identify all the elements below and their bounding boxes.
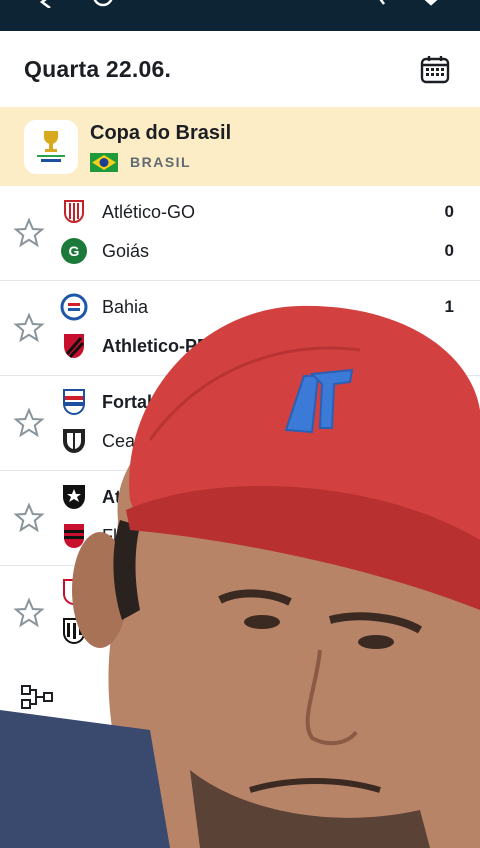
ball-icon xyxy=(93,0,113,7)
favorite-icon[interactable] xyxy=(420,0,442,8)
match-row[interactable]: Bahia 1 Athletico-PR xyxy=(0,281,480,376)
team-name: Atlético-GO xyxy=(102,201,196,222)
brazil-flag-icon xyxy=(90,152,118,172)
team-name: Flamengo xyxy=(102,525,183,546)
bottom-navigation xyxy=(0,660,480,848)
team-name: Ceará xyxy=(102,430,152,451)
country-name: BRASIL xyxy=(130,154,192,170)
calendar-icon[interactable] xyxy=(420,54,450,84)
atletico-go-crest-icon xyxy=(60,198,88,226)
fortaleza-crest-icon xyxy=(60,388,88,416)
star-icon[interactable] xyxy=(13,312,45,344)
match-row[interactable] xyxy=(0,566,480,661)
home-team: Atlético-MG xyxy=(60,482,454,512)
star-icon[interactable] xyxy=(13,217,45,249)
date-header: Quarta 22.06. xyxy=(0,31,480,107)
svg-text:G: G xyxy=(69,243,80,259)
star-icon[interactable] xyxy=(13,407,45,439)
score: 0 xyxy=(444,241,454,260)
league-header[interactable]: Copa do Brasil BRASIL xyxy=(0,107,480,186)
ad-text: pras xyxy=(436,742,458,754)
home-team: Atlético-GO 0 xyxy=(60,197,454,227)
away-team: G Goiás 0 xyxy=(60,236,454,266)
away-team: Athletico-PR xyxy=(60,331,454,361)
bahia-crest-icon xyxy=(60,293,88,321)
away-team: Ceará xyxy=(60,426,454,456)
away-team: Flamengo xyxy=(60,521,454,551)
star-icon[interactable] xyxy=(13,502,45,534)
score: 0 xyxy=(444,202,454,221)
star-icon[interactable] xyxy=(13,597,45,629)
athletico-pr-crest-icon xyxy=(60,332,88,360)
match-row[interactable]: Atlético-GO 0 G Goiás 0 xyxy=(0,186,480,281)
home-team: Bahia 1 xyxy=(60,292,454,322)
date-label: Quarta 22.06. xyxy=(24,55,172,82)
atletico-mg-crest-icon xyxy=(60,483,88,511)
bracket-icon[interactable] xyxy=(20,682,54,712)
home-team: Fortaleza xyxy=(60,387,454,417)
home-team xyxy=(60,577,454,607)
team-name: Bahia xyxy=(102,296,149,317)
team-name: Goiás xyxy=(102,240,150,261)
back-arrow-icon[interactable] xyxy=(38,0,60,8)
app-top-bar xyxy=(0,0,480,31)
santos-crest-icon xyxy=(60,617,88,645)
ad-badge: V xyxy=(448,714,474,736)
ceara-crest-icon xyxy=(60,427,88,455)
match-row[interactable]: Atlético-MG Flamengo xyxy=(0,471,480,566)
copa-do-brasil-logo xyxy=(24,119,78,174)
away-team xyxy=(60,616,454,646)
league-country: BRASIL xyxy=(90,152,231,172)
ad-banner[interactable]: V pras 99,00 xyxy=(420,710,480,790)
team-name: Athletico-PR xyxy=(102,335,210,356)
flamengo-crest-icon xyxy=(60,522,88,550)
team-crest-icon xyxy=(60,578,88,606)
score: 1 xyxy=(444,297,454,316)
league-name: Copa do Brasil xyxy=(90,121,232,144)
match-row[interactable]: Fortaleza Ceará xyxy=(0,376,480,471)
team-name: Atlético-MG xyxy=(102,486,203,507)
trophy-icon[interactable] xyxy=(404,796,438,834)
ad-price: 99,00 xyxy=(432,756,468,772)
share-icon[interactable] xyxy=(372,0,394,8)
team-name: Fortaleza xyxy=(102,391,182,412)
goias-crest-icon: G xyxy=(60,237,88,265)
